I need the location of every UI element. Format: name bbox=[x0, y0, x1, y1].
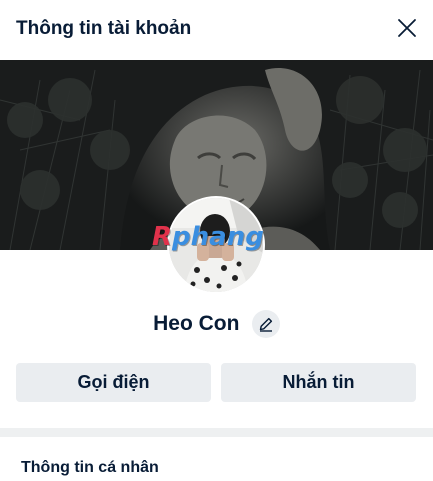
section-divider bbox=[0, 428, 433, 437]
avatar-image bbox=[169, 198, 263, 292]
avatar[interactable] bbox=[167, 196, 265, 294]
dialog-title: Thông tin tài khoản bbox=[16, 18, 192, 39]
profile-name-row: Heo Con bbox=[0, 310, 433, 344]
dialog-header: Thông tin tài khoản bbox=[0, 0, 433, 60]
profile-name: Heo Con bbox=[153, 312, 240, 335]
pencil-icon bbox=[259, 317, 272, 332]
personal-info-heading: Thông tin cá nhân bbox=[21, 459, 159, 476]
close-icon[interactable] bbox=[395, 16, 419, 40]
edit-name-button[interactable] bbox=[251, 310, 280, 338]
call-button[interactable]: Gọi điện bbox=[16, 363, 211, 402]
message-button[interactable]: Nhắn tin bbox=[221, 363, 416, 402]
